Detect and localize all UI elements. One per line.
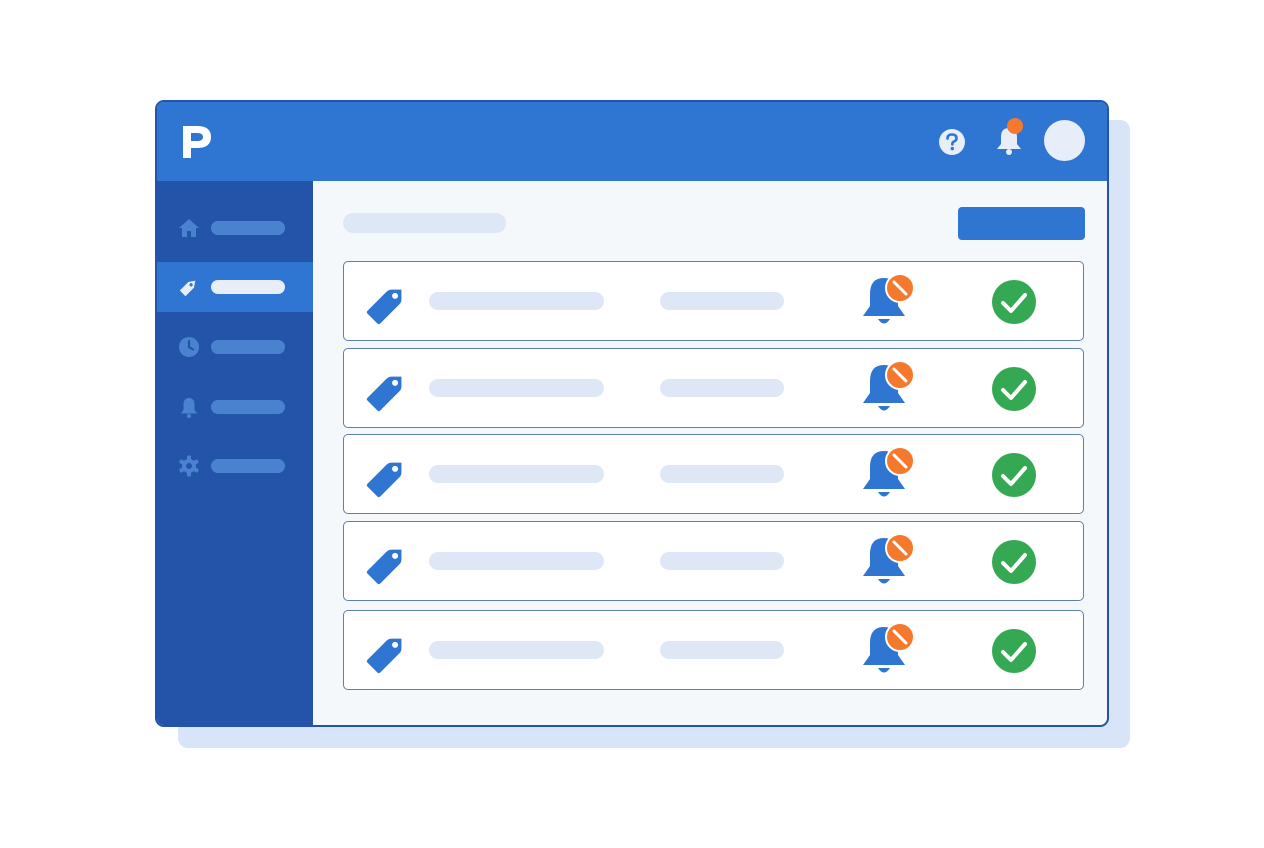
tag-icon (366, 549, 402, 585)
sidebar-item-alerts[interactable] (157, 382, 313, 432)
sidebar-item-settings[interactable] (157, 441, 313, 491)
primary-action-button[interactable] (958, 207, 1085, 240)
sidebar-item-history[interactable] (157, 322, 313, 372)
row-name (429, 465, 604, 483)
list-item[interactable] (343, 434, 1084, 514)
help-icon[interactable] (937, 127, 967, 157)
sidebar-item-label (211, 400, 285, 414)
row-meta (660, 641, 784, 659)
row-name (429, 379, 604, 397)
sidebar-item-label (211, 221, 285, 235)
gear-icon (179, 455, 199, 477)
bell-muted-icon[interactable] (854, 530, 922, 592)
bell-muted-icon[interactable] (854, 619, 922, 681)
sidebar-item-label (211, 459, 285, 473)
row-meta (660, 379, 784, 397)
main-content (313, 181, 1107, 725)
check-circle-icon (992, 629, 1036, 673)
p-logo-icon[interactable] (179, 122, 215, 162)
tag-icon (366, 638, 402, 674)
list-item[interactable] (343, 348, 1084, 428)
home-icon (179, 219, 199, 237)
page-title (343, 213, 506, 233)
tag-icon (366, 289, 402, 325)
clock-icon (179, 337, 199, 357)
row-meta (660, 552, 784, 570)
check-circle-icon (992, 367, 1036, 411)
tag-icon (179, 280, 196, 297)
row-name (429, 292, 604, 310)
bell-muted-icon[interactable] (854, 357, 922, 419)
row-meta (660, 465, 784, 483)
tag-icon (366, 376, 402, 412)
bell-muted-icon[interactable] (854, 270, 922, 332)
row-name (429, 641, 604, 659)
row-meta (660, 292, 784, 310)
check-circle-icon (992, 540, 1036, 584)
sidebar (157, 181, 313, 725)
list-item[interactable] (343, 610, 1084, 690)
sidebar-item-label (211, 340, 285, 354)
app-window (155, 100, 1109, 727)
user-avatar[interactable] (1044, 120, 1085, 161)
check-circle-icon (992, 280, 1036, 324)
bell-muted-icon[interactable] (854, 443, 922, 505)
bell-icon (181, 398, 197, 418)
list-item[interactable] (343, 521, 1084, 601)
check-circle-icon (992, 453, 1036, 497)
list-item[interactable] (343, 261, 1084, 341)
sidebar-item-home[interactable] (157, 203, 313, 253)
sidebar-item-label (211, 280, 285, 294)
app-header (157, 102, 1107, 181)
sidebar-item-tags[interactable] (157, 262, 313, 312)
row-name (429, 552, 604, 570)
tag-icon (366, 462, 402, 498)
notification-badge (1007, 118, 1023, 134)
